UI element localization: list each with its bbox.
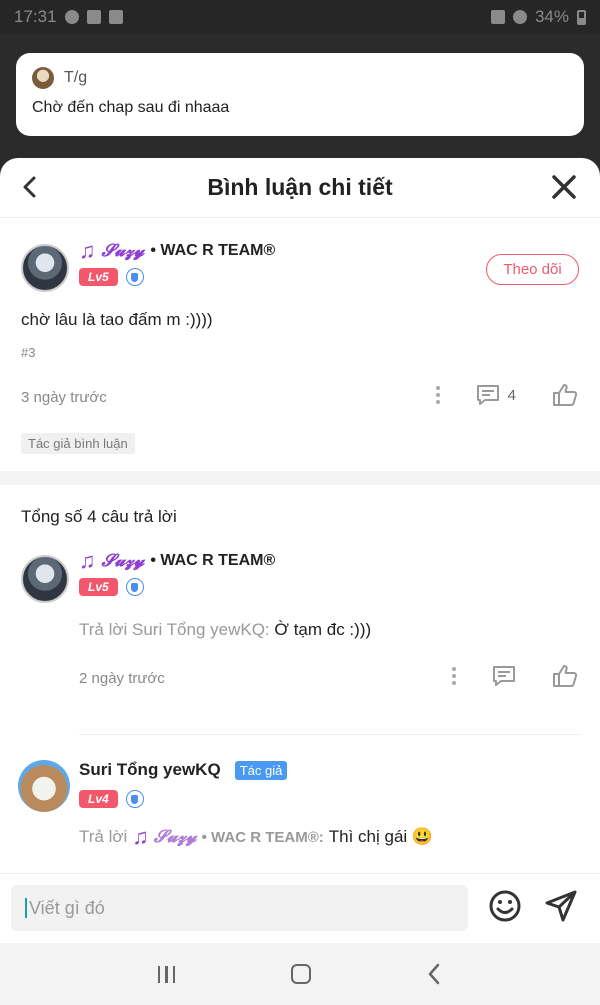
notification-card[interactable]: T/g Chờ đến chap sau đi nhaaa bbox=[16, 53, 584, 136]
more-vertical-icon[interactable] bbox=[435, 386, 440, 404]
music-note-icon: ♫ bbox=[79, 238, 96, 263]
reply-target-username: 𝓢𝓾𝔃𝔂 bbox=[153, 827, 197, 847]
shield-icon bbox=[125, 268, 144, 286]
home-button[interactable] bbox=[290, 964, 311, 984]
avatar[interactable] bbox=[21, 244, 69, 292]
system-nav-bar bbox=[0, 943, 600, 1005]
author-badge: Tác giả bbox=[234, 760, 288, 780]
reply-prefix: Trả lời Suri Tổng yewKQ: bbox=[79, 620, 270, 639]
reply-divider bbox=[79, 734, 581, 735]
comment-user: ♫ 𝓢𝓾𝔃𝔂 • WAC R TEAM® Lv5 bbox=[79, 238, 276, 286]
wifi-icon bbox=[512, 10, 527, 24]
sheet-header: Bình luận chi tiết bbox=[0, 158, 600, 218]
comment-input[interactable]: Viết gì đó bbox=[11, 885, 468, 931]
author-comment-tag: Tác giả bình luận bbox=[21, 433, 135, 454]
level-badge: Lv5 bbox=[79, 268, 118, 286]
send-icon[interactable] bbox=[544, 889, 578, 923]
username[interactable]: 𝓢𝓾𝔃𝔂 bbox=[102, 241, 145, 261]
level-badge: Lv5 bbox=[79, 578, 118, 596]
chevron-left-icon[interactable] bbox=[16, 172, 44, 202]
video-icon bbox=[86, 10, 101, 24]
comment-icon[interactable] bbox=[492, 665, 516, 687]
avatar[interactable] bbox=[21, 555, 69, 603]
reply-prefix: Trả lời bbox=[79, 827, 128, 846]
battery-icon bbox=[577, 9, 586, 25]
reply-user: Suri Tổng yewKQ Tác giả Lv4 bbox=[79, 760, 288, 808]
comment-input-placeholder: Viết gì đó bbox=[29, 897, 105, 918]
reply-user: ♫ 𝓢𝓾𝔃𝔂 • WAC R TEAM® Lv5 bbox=[79, 548, 276, 596]
smile-icon[interactable] bbox=[488, 889, 522, 923]
follow-button[interactable]: Theo dõi bbox=[486, 254, 579, 285]
screenshot-icon bbox=[108, 10, 123, 24]
reply-body: Ờ tạm đc :))) bbox=[274, 620, 372, 639]
page-title: Bình luận chi tiết bbox=[207, 174, 393, 200]
status-bar: 17:31 34% bbox=[0, 0, 600, 34]
notification-message: Chờ đến chap sau đi nhaaa bbox=[32, 99, 230, 116]
username[interactable]: Suri Tổng yewKQ bbox=[79, 760, 221, 780]
level-badge: Lv4 bbox=[79, 790, 118, 808]
music-note-icon: ♫ bbox=[132, 824, 149, 849]
notification-avatar bbox=[32, 67, 54, 89]
comment-actions: 4 bbox=[435, 383, 578, 407]
music-note-icon: ♫ bbox=[79, 548, 96, 573]
user-team: • WAC R TEAM® bbox=[150, 552, 276, 569]
thumbs-up-icon[interactable] bbox=[552, 383, 578, 407]
more-vertical-icon[interactable] bbox=[452, 667, 456, 685]
recent-apps-button[interactable] bbox=[157, 965, 176, 983]
close-icon[interactable] bbox=[550, 173, 578, 201]
reply-time: 2 ngày trước bbox=[79, 670, 165, 687]
mute-icon bbox=[490, 10, 505, 24]
comment-detail-sheet: Bình luận chi tiết ♫ 𝓢𝓾𝔃𝔂 • WAC R TEAM® … bbox=[0, 158, 600, 943]
status-time: 17:31 bbox=[14, 7, 57, 26]
settings-icon bbox=[64, 10, 79, 24]
thumbs-up-icon[interactable] bbox=[552, 664, 578, 688]
reply-actions bbox=[452, 664, 578, 688]
reply-text: Trả lời ♫ 𝓢𝓾𝔃𝔂 • WAC R TEAM®: Thì chị gá… bbox=[79, 824, 434, 849]
comment-number: #3 bbox=[21, 345, 36, 360]
shield-icon bbox=[125, 790, 144, 808]
reply-body: Thì chị gái 😃 bbox=[328, 827, 434, 846]
reply-count-button[interactable]: 4 bbox=[476, 384, 516, 406]
comment-text: chờ lâu là tao đấm m :)))) bbox=[21, 310, 213, 329]
notification-sender: T/g bbox=[64, 69, 88, 86]
comment-time: 3 ngày trước bbox=[21, 389, 107, 406]
avatar[interactable] bbox=[18, 760, 70, 812]
reply-text: Trả lời Suri Tổng yewKQ: Ờ tạm đc :))) bbox=[79, 620, 371, 640]
shield-icon bbox=[125, 578, 144, 596]
battery-level: 34% bbox=[534, 7, 569, 26]
user-team: • WAC R TEAM® bbox=[150, 242, 276, 259]
username[interactable]: 𝓢𝓾𝔃𝔂 bbox=[102, 551, 145, 571]
text-caret bbox=[25, 898, 27, 918]
reply-target-team: • WAC R TEAM®: bbox=[201, 828, 324, 846]
comment-input-bar: Viết gì đó bbox=[0, 873, 600, 943]
reply-count: 4 bbox=[507, 386, 516, 404]
comment-icon bbox=[476, 385, 499, 405]
replies-header: Tổng số 4 câu trả lời bbox=[21, 507, 177, 526]
section-divider bbox=[0, 471, 600, 485]
back-nav-icon[interactable] bbox=[426, 962, 442, 986]
